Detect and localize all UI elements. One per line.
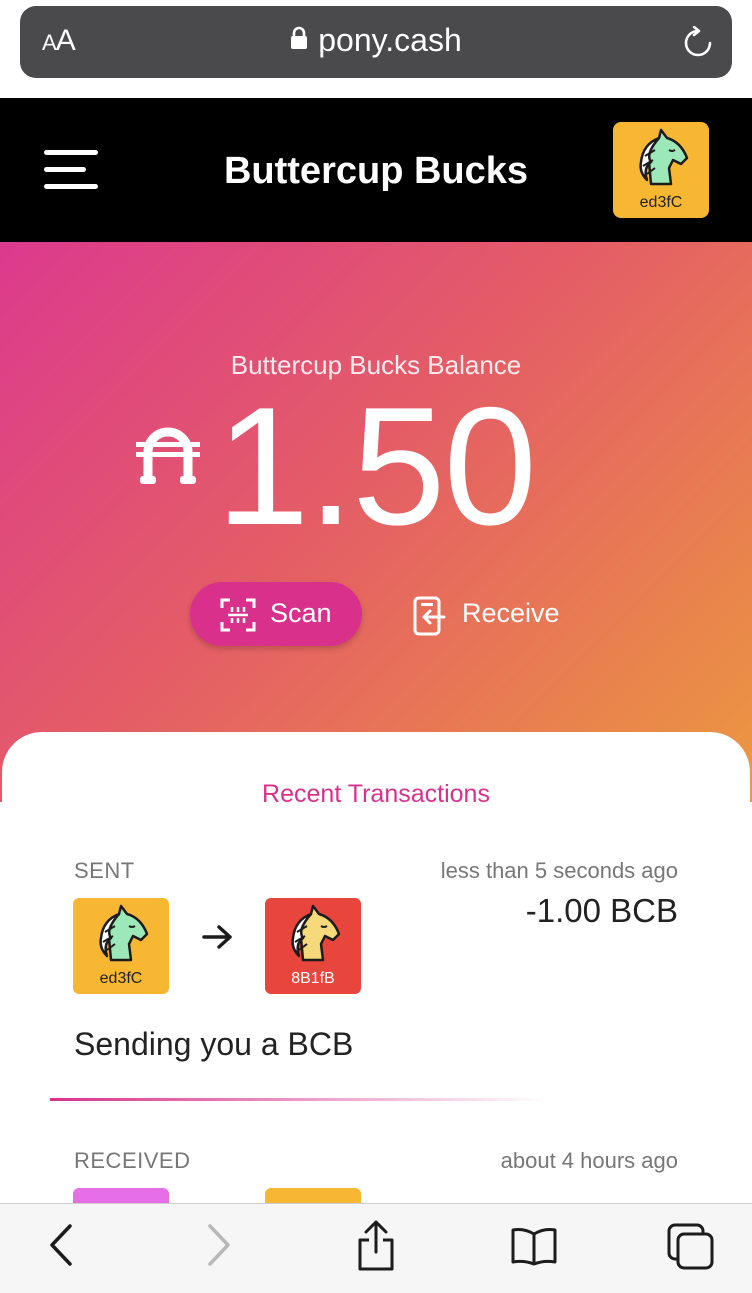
pony-icon <box>639 128 689 186</box>
horseshoe-currency-icon <box>134 416 202 493</box>
transaction-divider <box>50 1098 550 1101</box>
pony-icon <box>291 904 341 962</box>
scan-button[interactable]: Scan <box>190 582 362 646</box>
lock-icon <box>290 21 308 58</box>
transaction-type: SENT <box>74 858 135 883</box>
forward-icon[interactable] <box>204 1222 234 1273</box>
reload-icon[interactable] <box>682 25 714 65</box>
browser-chrome: AA pony.cash <box>0 0 752 98</box>
account-avatar[interactable]: ed3fC <box>613 122 709 218</box>
recipient-avatar: 8B1fB <box>265 898 361 994</box>
recipient-avatar-label: 8B1fB <box>291 970 335 987</box>
transaction-amount: -1.00 BCB <box>525 892 678 929</box>
balance-row: 1.50 <box>0 382 752 550</box>
receive-button-label: Receive <box>462 598 560 628</box>
balance-panel: Buttercup Bucks Balance 1.50 Scan Receiv… <box>0 242 752 802</box>
url-field[interactable]: pony.cash <box>20 22 732 61</box>
arrow-right-icon <box>202 924 234 955</box>
sender-avatar: ed3fC <box>73 898 169 994</box>
bookmarks-icon[interactable] <box>510 1226 558 1271</box>
tabs-icon[interactable] <box>666 1222 716 1277</box>
sender-avatar-label: ed3fC <box>99 970 143 987</box>
transaction-type: RECEIVED <box>74 1148 191 1173</box>
transactions-title: Recent Transactions <box>262 780 490 808</box>
receive-button[interactable]: Receive <box>412 582 592 646</box>
url-text: pony.cash <box>318 22 462 58</box>
pony-icon <box>99 904 149 962</box>
transaction-time: less than 5 seconds ago <box>440 858 678 883</box>
share-icon[interactable] <box>355 1218 397 1277</box>
transaction-memo: Sending you a BCB <box>74 1026 354 1062</box>
account-avatar-label: ed3fC <box>639 194 683 211</box>
browser-toolbar <box>0 1203 752 1293</box>
app-header: Buttercup Bucks ed3fC <box>0 98 752 242</box>
receive-icon <box>413 596 446 636</box>
scan-button-label: Scan <box>270 598 332 628</box>
back-icon[interactable] <box>46 1222 76 1273</box>
transaction-time: about 4 hours ago <box>500 1148 678 1173</box>
balance-amount: 1.50 <box>216 372 537 560</box>
qr-scan-icon <box>220 598 256 632</box>
address-bar[interactable]: AA pony.cash <box>20 6 732 78</box>
